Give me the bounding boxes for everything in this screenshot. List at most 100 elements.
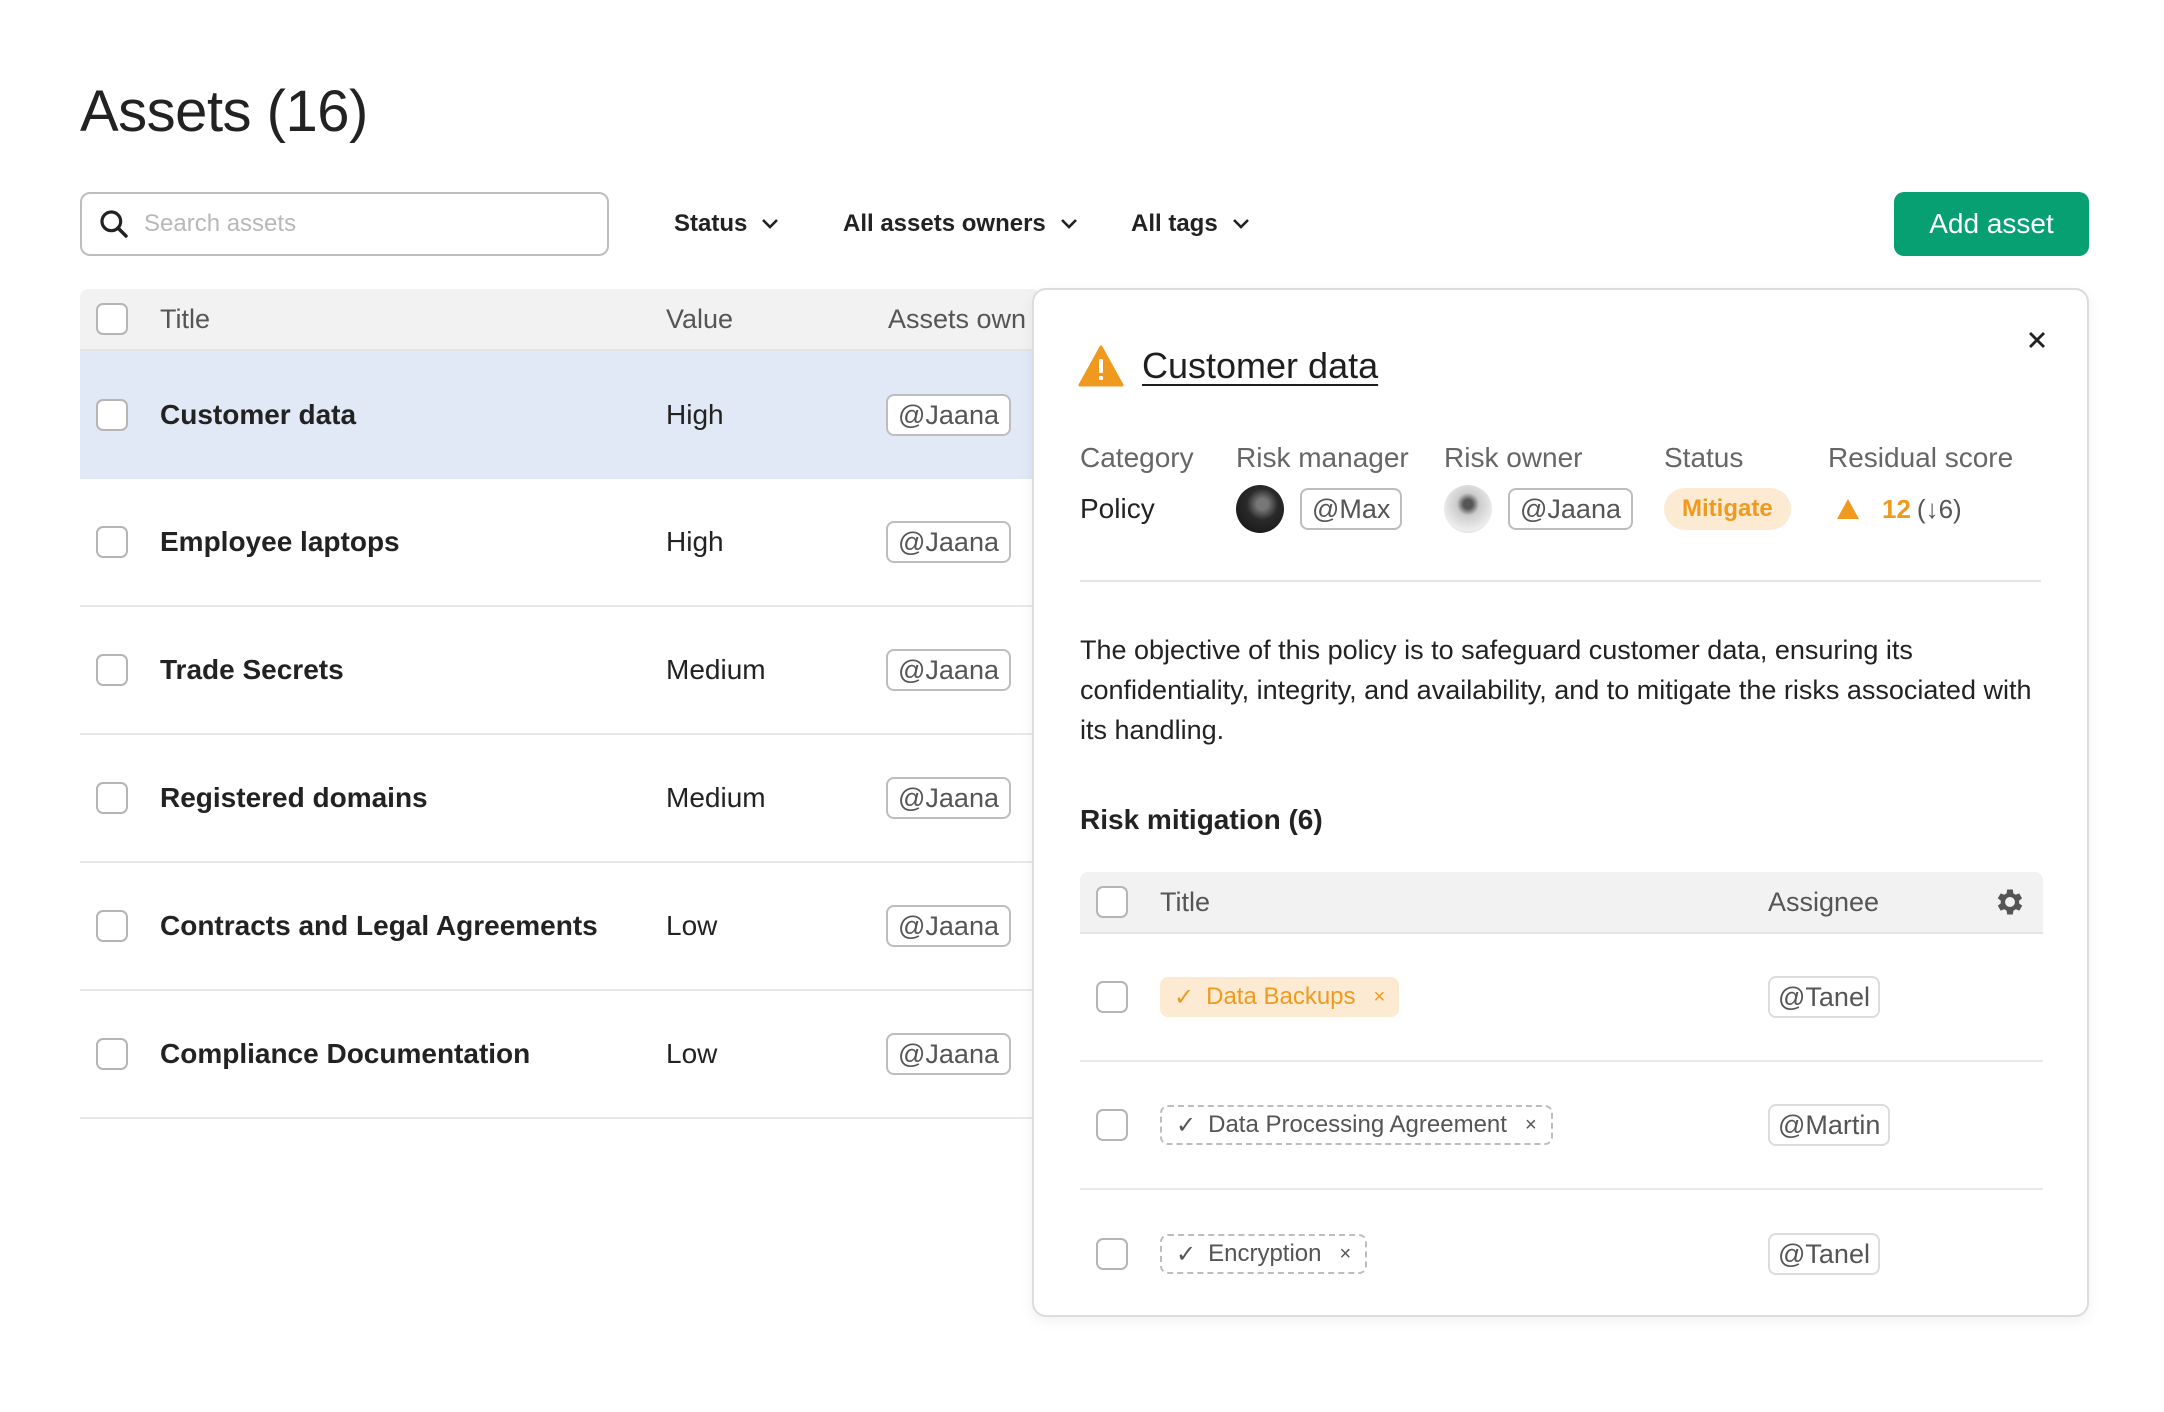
page-title: Assets (16): [80, 79, 368, 144]
check-icon: ✓: [1176, 1240, 1197, 1268]
check-icon: ✓: [1174, 983, 1195, 1011]
mitigation-tag[interactable]: ✓ Data Processing Agreement ×: [1160, 1105, 1553, 1145]
search-field[interactable]: [80, 192, 609, 256]
remove-tag-icon[interactable]: ×: [1340, 1243, 1352, 1266]
asset-title: Customer data: [160, 399, 357, 430]
owners-filter[interactable]: All assets owners: [843, 206, 1078, 242]
add-asset-button[interactable]: Add asset: [1894, 192, 2089, 256]
category-value: Policy: [1080, 493, 1155, 524]
asset-value: Low: [666, 1038, 718, 1069]
assignee-mention[interactable]: @Tanel: [1768, 1233, 1880, 1275]
remove-tag-icon[interactable]: ×: [1374, 986, 1386, 1009]
assets-table: Title Value Assets own Customer data Hig…: [80, 289, 1040, 1119]
mitigation-tag[interactable]: ✓ Data Backups ×: [1160, 977, 1400, 1017]
row-checkbox[interactable]: [96, 910, 128, 942]
residual-score-field: Residual score 12 (↓6): [1828, 442, 2013, 532]
risk-owner-mention[interactable]: @Jaana: [1508, 488, 1633, 530]
table-row[interactable]: Employee laptops High @Jaana: [80, 479, 1040, 607]
row-checkbox[interactable]: [96, 526, 128, 558]
column-header-title[interactable]: Title: [1160, 887, 1210, 918]
owner-mention[interactable]: @Jaana: [886, 521, 1011, 563]
risk-manager-field: Risk manager @Max: [1236, 442, 1409, 533]
status-filter-label: Status: [674, 210, 748, 237]
panel-title-link[interactable]: Customer data: [1142, 345, 1378, 387]
asset-value: Low: [666, 910, 718, 941]
asset-title: Registered domains: [160, 782, 428, 813]
column-header-assignee[interactable]: Assignee: [1768, 887, 1879, 918]
mitigation-title: Encryption: [1208, 1240, 1322, 1267]
asset-title: Compliance Documentation: [160, 1038, 531, 1069]
status-badge[interactable]: Mitigate: [1664, 488, 1791, 530]
category-field: Category Policy: [1080, 442, 1194, 532]
row-checkbox[interactable]: [96, 1038, 128, 1070]
table-row[interactable]: Customer data High @Jaana: [80, 351, 1040, 479]
asset-value: Medium: [666, 782, 766, 813]
asset-value: High: [666, 399, 724, 430]
search-icon: [100, 210, 128, 238]
risk-manager-label: Risk manager: [1236, 442, 1409, 473]
risk-mitigation-row[interactable]: ✓ Encryption × @Tanel: [1080, 1190, 2043, 1318]
table-row[interactable]: Contracts and Legal Agreements Low @Jaan…: [80, 863, 1040, 991]
risk-mitigation-table: Title Assignee ✓ Data Backups × @Tanel ✓…: [1080, 872, 2043, 1318]
mitigation-tag[interactable]: ✓ Encryption ×: [1160, 1234, 1368, 1274]
owners-filter-label: All assets owners: [843, 210, 1046, 237]
search-input[interactable]: [144, 210, 584, 238]
gear-icon[interactable]: [1993, 885, 2027, 919]
tags-filter-label: All tags: [1131, 210, 1218, 237]
asset-value: High: [666, 526, 724, 557]
triangle-up-icon: [1837, 499, 1859, 519]
chevron-down-icon: [1060, 219, 1077, 229]
owner-mention[interactable]: @Jaana: [886, 777, 1011, 819]
mitigation-title: Data Backups: [1206, 983, 1356, 1010]
column-header-title[interactable]: Title: [160, 304, 210, 335]
risk-mitigation-row[interactable]: ✓ Data Processing Agreement × @Martin: [1080, 1062, 2043, 1190]
residual-score-value: 12: [1882, 493, 1911, 524]
category-label: Category: [1080, 442, 1194, 473]
close-icon[interactable]: [2025, 328, 2049, 352]
table-row[interactable]: Registered domains Medium @Jaana: [80, 735, 1040, 863]
risk-mitigation-heading: Risk mitigation (6): [1080, 804, 1323, 835]
row-checkbox[interactable]: [96, 399, 128, 431]
column-header-value[interactable]: Value: [666, 304, 733, 335]
asset-title: Contracts and Legal Agreements: [160, 910, 598, 941]
risk-mitigation-row[interactable]: ✓ Data Backups × @Tanel: [1080, 934, 2043, 1062]
row-checkbox[interactable]: [1096, 1238, 1128, 1270]
residual-score-delta: (↓6): [1916, 493, 1962, 524]
row-checkbox[interactable]: [1096, 981, 1128, 1013]
assignee-mention[interactable]: @Tanel: [1768, 976, 1880, 1018]
risk-owner-label: Risk owner: [1444, 442, 1583, 473]
owner-mention[interactable]: @Jaana: [886, 1033, 1011, 1075]
risk-owner-field: Risk owner @Jaana: [1444, 442, 1633, 533]
asset-title: Employee laptops: [160, 526, 400, 557]
avatar: [1236, 485, 1284, 533]
select-all-checkbox[interactable]: [96, 303, 128, 335]
select-all-checkbox[interactable]: [1096, 886, 1128, 918]
asset-detail-panel: Customer data Category Policy Risk manag…: [1032, 288, 2089, 1317]
chevron-down-icon: [1232, 219, 1249, 229]
chevron-down-icon: [762, 219, 779, 229]
check-icon: ✓: [1176, 1111, 1197, 1139]
table-row[interactable]: Trade Secrets Medium @Jaana: [80, 607, 1040, 735]
risk-manager-mention[interactable]: @Max: [1300, 488, 1403, 530]
table-row[interactable]: Compliance Documentation Low @Jaana: [80, 991, 1040, 1119]
divider: [1080, 580, 2041, 582]
asset-description: The objective of this policy is to safeg…: [1080, 635, 2032, 745]
row-checkbox[interactable]: [96, 654, 128, 686]
assignee-mention[interactable]: @Martin: [1768, 1104, 1891, 1146]
owner-mention[interactable]: @Jaana: [886, 394, 1011, 436]
tags-filter[interactable]: All tags: [1131, 206, 1250, 242]
asset-title: Trade Secrets: [160, 654, 344, 685]
warning-icon: [1078, 345, 1124, 387]
status-field: Status Mitigate: [1664, 442, 1791, 532]
asset-value: Medium: [666, 654, 766, 685]
owner-mention[interactable]: @Jaana: [886, 649, 1011, 691]
status-filter[interactable]: Status: [674, 206, 779, 242]
column-header-owner[interactable]: Assets own: [888, 304, 1026, 335]
remove-tag-icon[interactable]: ×: [1525, 1114, 1537, 1137]
residual-score-label: Residual score: [1828, 442, 2014, 473]
row-checkbox[interactable]: [1096, 1109, 1128, 1141]
row-checkbox[interactable]: [96, 782, 128, 814]
owner-mention[interactable]: @Jaana: [886, 905, 1011, 947]
risk-mitigation-header: Title Assignee: [1080, 872, 2043, 934]
avatar: [1444, 485, 1492, 533]
